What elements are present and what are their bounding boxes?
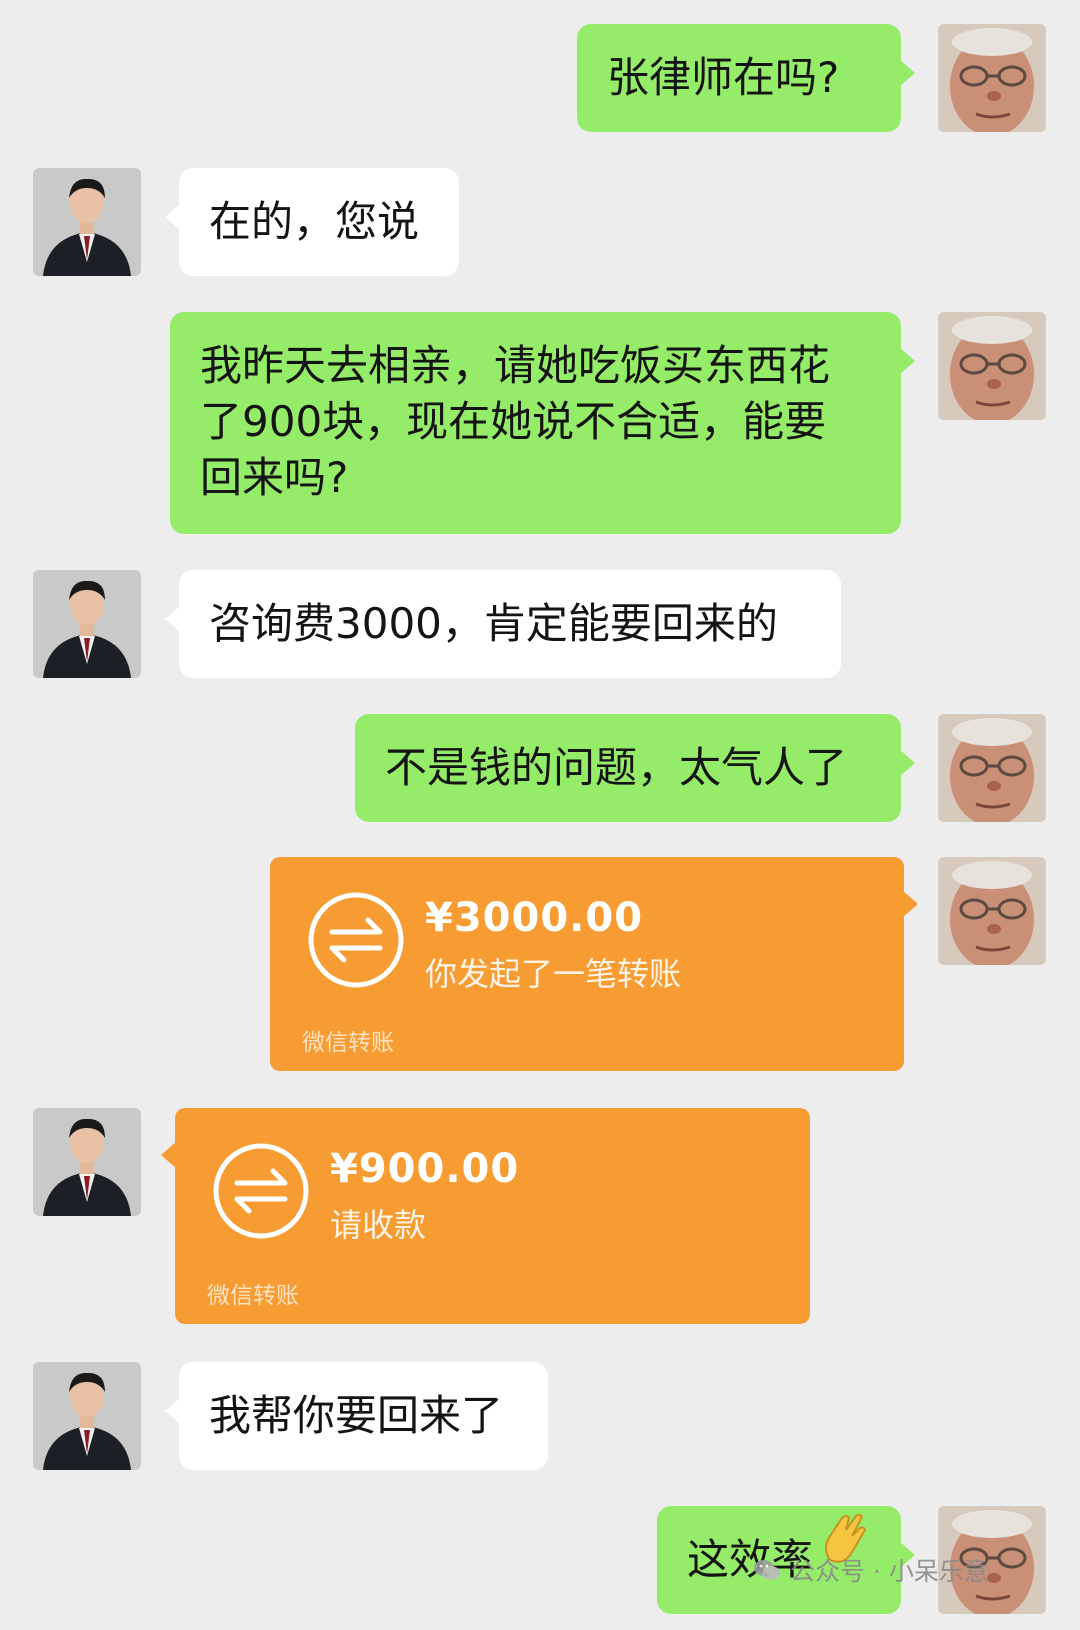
lawyer-avatar[interactable] [33,1362,141,1470]
transfer-arrows-icon [211,1141,311,1241]
lawyer-avatar[interactable] [33,570,141,678]
transfer-description: 请收款 [330,1206,427,1244]
transfer-footer: 微信转账 [207,1283,299,1309]
message-text: 不是钱的问题，太气人了 [385,743,848,792]
message-bubble-sent[interactable]: 我昨天去相亲，请她吃饭买东西花 了900块，现在她说不合适，能要 回来吗? [170,312,915,534]
transfer-footer: 微信转账 [302,1030,394,1056]
transfer-description: 你发起了一笔转账 [425,955,682,993]
user-avatar[interactable] [938,24,1046,132]
chat-window: 张律师在吗? 在的，您说 我昨天去相亲，请她吃饭买东西花 了900块，现在她说不… [0,0,1080,1630]
watermark: 公众号 · 小呆乐意 [752,1552,989,1588]
transfer-card-sent[interactable]: ¥3000.00 你发起了一笔转账 微信转账 [270,857,918,1071]
message-bubble-received[interactable]: 在的，您说 [165,168,459,276]
message-text: 张律师在吗? [607,53,840,102]
lawyer-avatar[interactable] [33,1108,141,1216]
transfer-amount: ¥900.00 [330,1146,520,1192]
user-avatar[interactable] [938,857,1046,965]
message-text: 我帮你要回来了 [209,1391,504,1440]
message-text: 在的，您说 [209,197,420,246]
message-text-line: 回来吗? [200,453,349,502]
user-avatar[interactable] [938,714,1046,822]
message-bubble-sent[interactable]: 张律师在吗? [577,24,915,132]
message-text-line: 我昨天去相亲，请她吃饭买东西花 [200,341,831,390]
message-text: 咨询费3000，肯定能要回来的 [209,599,778,648]
transfer-amount: ¥3000.00 [425,895,644,941]
message-text-line: 了900块，现在她说不合适，能要 [200,397,827,446]
transfer-arrows-icon [306,890,406,990]
transfer-card-received[interactable]: ¥900.00 请收款 微信转账 [161,1108,810,1324]
message-bubble-received[interactable]: 我帮你要回来了 [165,1362,548,1470]
message-bubble-sent[interactable]: 不是钱的问题，太气人了 [355,714,915,822]
watermark-text: 公众号 · 小呆乐意 [790,1557,989,1586]
message-bubble-received[interactable]: 咨询费3000，肯定能要回来的 [165,570,841,678]
lawyer-avatar[interactable] [33,168,141,276]
wechat-icon [754,1560,780,1580]
user-avatar[interactable] [938,312,1046,420]
